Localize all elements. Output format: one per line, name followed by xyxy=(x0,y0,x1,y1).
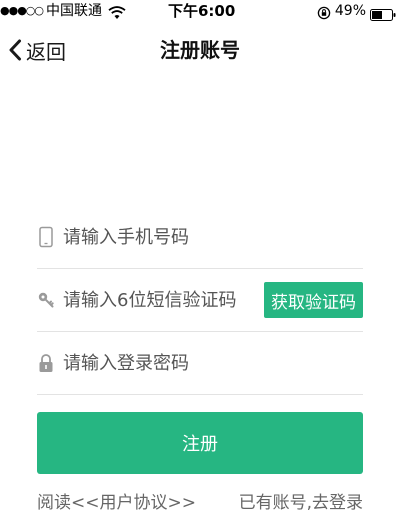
sms-code-input[interactable] xyxy=(63,285,264,315)
footer-links: 阅读<<用户协议>> 已有账号,去登录 xyxy=(37,487,363,513)
battery-percent: 49% xyxy=(334,3,366,19)
back-button[interactable]: 返回 xyxy=(8,36,66,64)
chevron-left-icon xyxy=(8,39,22,61)
lock-icon xyxy=(37,352,55,374)
status-left: ●●●○○ 中国联通 xyxy=(0,0,126,22)
nav-bar: 注册账号 返回 xyxy=(0,22,400,78)
wifi-icon xyxy=(108,4,126,19)
code-field-row: 获取验证码 xyxy=(37,269,363,332)
signal-strength-icon: ●●●○○ xyxy=(0,4,44,17)
status-right: 49% xyxy=(317,0,396,22)
phone-icon xyxy=(37,226,55,248)
register-screen: ●●●○○ 中国联通 下午6:00 49% 注册账号 返回 请输入手机号码 请输… xyxy=(0,0,400,518)
register-button[interactable]: 注册 xyxy=(37,412,363,474)
rotation-lock-icon xyxy=(317,4,331,20)
status-time: 下午6:00 xyxy=(168,2,236,20)
phone-field-row xyxy=(37,206,363,269)
status-bar: ●●●○○ 中国联通 下午6:00 49% xyxy=(0,0,400,22)
register-form: 获取验证码 xyxy=(37,206,363,395)
battery-icon xyxy=(370,5,396,21)
password-input[interactable] xyxy=(63,348,363,378)
back-label: 返回 xyxy=(26,39,66,64)
carrier-name: 中国联通 xyxy=(46,3,102,19)
get-code-button[interactable]: 获取验证码 xyxy=(264,282,363,318)
user-agreement-link[interactable]: 阅读<<用户协议>> xyxy=(37,488,196,513)
go-login-link[interactable]: 已有账号,去登录 xyxy=(239,488,363,513)
phone-input[interactable] xyxy=(63,222,363,252)
password-field-row xyxy=(37,332,363,395)
key-icon xyxy=(37,289,55,311)
